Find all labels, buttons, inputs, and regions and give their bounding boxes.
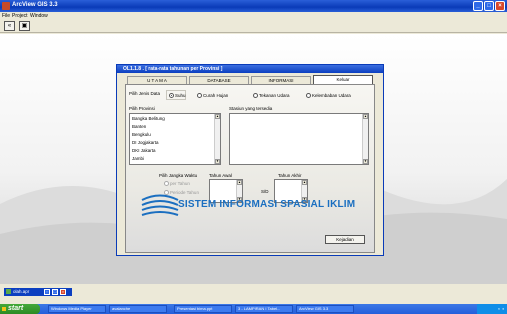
list-item[interactable]: Bengkulu: [132, 132, 151, 137]
tab-panel: Pilih Jenis Data Suhu Curah Hujan Tekana…: [125, 84, 375, 253]
menu-bar: File Project Window: [0, 12, 507, 19]
sistem-informasi-banner: SISTEM INFORMASI SPASIAL IKLIM: [138, 189, 355, 219]
taskbar-item[interactable]: Windows Media Player: [48, 305, 106, 313]
stasiun-label: Stasiun yang tersedia: [229, 106, 273, 111]
provinsi-label: Pilih Provinsi: [129, 106, 155, 111]
curah-hujan-radio[interactable]: [197, 93, 202, 98]
taskbar-item[interactable]: avalanche: [109, 305, 167, 313]
close-button[interactable]: ×: [495, 1, 505, 11]
list-item[interactable]: DI Jogjakarta: [132, 140, 159, 145]
scroll-up-icon[interactable]: ▲: [363, 114, 368, 119]
tahun-awal-label: Tahun Awal: [209, 173, 232, 178]
suhu-radio[interactable]: [169, 93, 174, 98]
tab-utama[interactable]: U T A M A: [127, 76, 187, 84]
dialog-title: OL1.1.8 . [ rata-rata tahunan per Provin…: [123, 66, 223, 72]
arcview-app-icon: [2, 2, 10, 10]
tekanan-udara-radio[interactable]: [253, 93, 258, 98]
scroll-down-icon[interactable]: ▼: [363, 159, 368, 164]
tab-keluar[interactable]: Keluar: [313, 75, 373, 84]
app-title: ArcView GIS 3.3: [12, 2, 58, 8]
kelembaban-udara-radio[interactable]: [306, 93, 311, 98]
minimized-window[interactable]: olah.apr ▫ □ ×: [4, 288, 72, 296]
provinsi-scrollbar[interactable]: ▲ ▼: [214, 114, 220, 164]
system-tray: ◐ ◑: [477, 304, 507, 314]
scroll-up-icon[interactable]: ▲: [302, 180, 307, 185]
dialog-title-bar: OL1.1.8 . [ rata-rata tahunan per Provin…: [117, 65, 383, 73]
list-item[interactable]: DKI Jakarta: [132, 148, 156, 153]
taskbar-item[interactable]: 3 - LAMPIRAN I Tabel...: [235, 305, 293, 313]
per-tahun-label: per Tahun: [170, 181, 190, 186]
tab-strip: U T A M A DATABASE INFORMASI Keluar: [125, 75, 375, 84]
app-title-bar: ArcView GIS 3.3 _ □ ×: [0, 0, 507, 12]
tab-database[interactable]: DATABASE: [189, 76, 249, 84]
close-child-button[interactable]: ×: [60, 289, 66, 295]
jangka-waktu-label: Pilih Jangka Waktu: [159, 173, 198, 178]
restore-button[interactable]: ▫: [44, 289, 50, 295]
kelembaban-udara-label: Kelembaban Udara: [312, 93, 351, 98]
tekanan-udara-label: Tekanan Udara: [259, 93, 290, 98]
list-item[interactable]: Banten: [132, 124, 146, 129]
save-icon[interactable]: ▣: [19, 21, 30, 31]
scroll-down-icon[interactable]: ▼: [215, 159, 220, 164]
taskbar-item[interactable]: ArcView GIS 3.3: [296, 305, 354, 313]
tool-bar: « ▣: [0, 19, 507, 33]
kejadian-button[interactable]: Kejadian: [325, 235, 365, 244]
list-item[interactable]: Jambi: [132, 156, 144, 161]
climate-dialog: OL1.1.8 . [ rata-rata tahunan per Provin…: [116, 64, 384, 256]
per-tahun-radio[interactable]: [164, 181, 169, 186]
jenis-data-label: Pilih Jenis Data: [129, 91, 161, 96]
stasiun-scrollbar[interactable]: ▲ ▼: [362, 114, 368, 164]
taskbar: start Windows Media Player avalanche Pre…: [0, 304, 507, 314]
suhu-label: Suhu: [175, 93, 186, 98]
maximize-button[interactable]: □: [484, 1, 494, 11]
tahun-akhir-label: Tahun Akhir: [278, 173, 302, 178]
project-icon: [6, 289, 11, 294]
tray-icon[interactable]: ◐ ◑: [498, 306, 504, 311]
scroll-up-icon[interactable]: ▲: [215, 114, 220, 119]
curah-hujan-label: Curah Hujan: [203, 93, 229, 98]
tab-informasi[interactable]: INFORMASI: [251, 76, 311, 84]
back-icon[interactable]: «: [4, 21, 15, 31]
scroll-up-icon[interactable]: ▲: [237, 180, 242, 185]
taskbar-item[interactable]: Presentasi bima.ppt: [174, 305, 232, 313]
stasiun-list[interactable]: ▲ ▼: [229, 113, 369, 165]
system-name: SISTEM INFORMASI SPASIAL IKLIM: [178, 199, 356, 210]
minimize-button[interactable]: _: [473, 1, 483, 11]
bmkg-logo-icon: [141, 194, 179, 216]
start-button[interactable]: start: [0, 304, 40, 314]
maximize-child-button[interactable]: □: [52, 289, 58, 295]
list-item[interactable]: Bangka Belitung: [132, 116, 165, 121]
minimized-window-title: olah.apr: [13, 289, 30, 294]
provinsi-list[interactable]: Bangka Belitung Banten Bengkulu DI Jogja…: [129, 113, 221, 165]
